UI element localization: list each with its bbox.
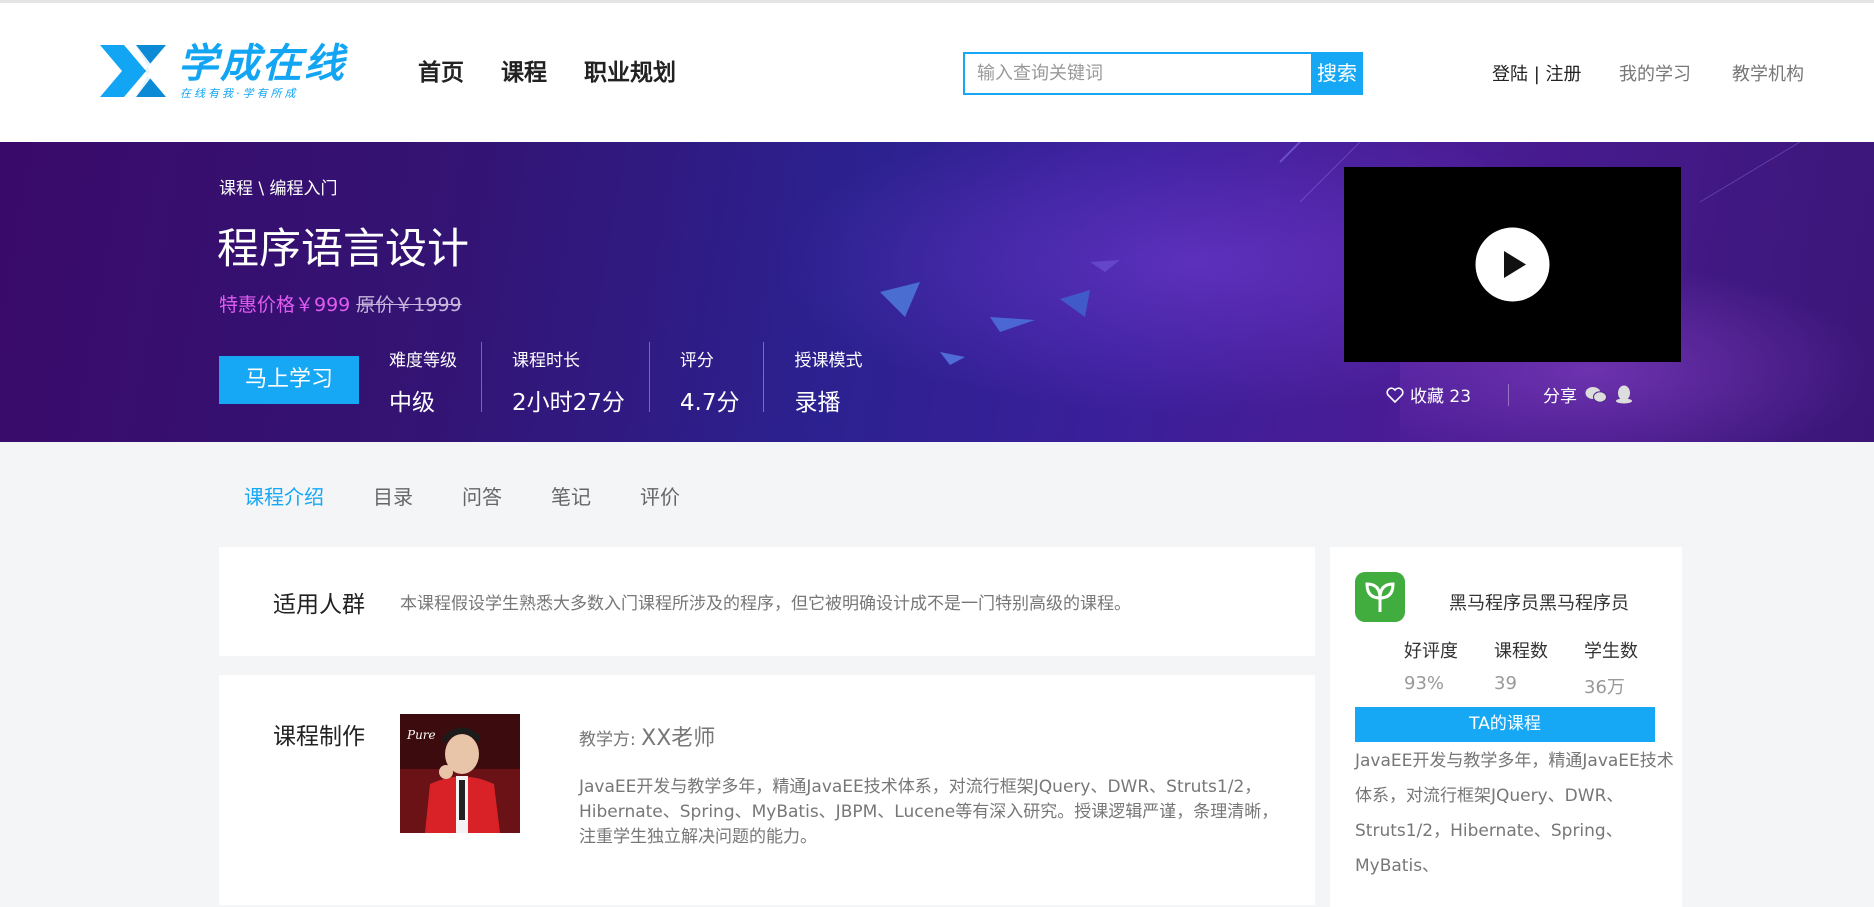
course-price: 特惠价格￥999 原价￥1999 <box>219 290 462 317</box>
login-register-link[interactable]: 登陆 | 注册 <box>1492 60 1582 86</box>
tab-intro[interactable]: 课程介绍 <box>244 481 324 510</box>
site-header: 学成在线 在线有我·学有所成 首页 课程 职业规划 搜索 登陆 | 注册 我的学… <box>0 3 1874 142</box>
teacher-name: XX老师 <box>641 726 716 751</box>
course-tabs: 课程介绍 目录 问答 笔记 评价 <box>244 481 729 510</box>
metric-courses: 课程数 39 <box>1494 637 1548 699</box>
logo-text: 学成在线 <box>178 41 346 87</box>
stat-value: 2小时27分 <box>512 390 625 416</box>
learn-now-button[interactable]: 马上学习 <box>219 356 359 404</box>
tab-qa[interactable]: 问答 <box>462 481 502 510</box>
stat-duration: 课程时长 2小时27分 <box>512 342 650 416</box>
metric-value: 36万 <box>1584 677 1625 698</box>
audience-text: 本课程假设学生熟悉大多数入门课程所涉及的程序，但它被明确设计成不是一门特别高级的… <box>400 594 1131 614</box>
heart-icon <box>1386 386 1404 403</box>
teacher-photo: Pure <box>400 714 520 833</box>
wechat-icon[interactable] <box>1585 386 1607 404</box>
org-metrics: 好评度 93% 课程数 39 学生数 36万 <box>1404 637 1638 699</box>
audience-card: 适用人群 本课程假设学生熟悉大多数入门课程所涉及的程序，但它被明确设计成不是一门… <box>219 547 1315 656</box>
original-price: 原价￥1999 <box>356 294 462 316</box>
metric-label: 好评度 <box>1404 641 1458 662</box>
favorite-count: 收藏 23 <box>1410 387 1472 407</box>
metric-value: 93% <box>1404 673 1445 694</box>
stat-value: 录播 <box>794 390 841 416</box>
course-title: 程序语言设计 <box>217 224 470 273</box>
teacher-label: 教学方: <box>579 730 636 750</box>
logo-x-icon <box>100 45 166 97</box>
production-card: 课程制作 Pure 教学方: XX老师 JavaEE开发与教学多年，精通Java… <box>219 675 1315 905</box>
stat-label: 授课模式 <box>794 351 863 371</box>
tab-catalog[interactable]: 目录 <box>373 481 413 510</box>
stat-rating: 评分 4.7分 <box>679 342 765 416</box>
leaf-icon <box>1355 572 1405 622</box>
metric-label: 学生数 <box>1584 641 1638 662</box>
search-input[interactable] <box>965 54 1310 93</box>
nav-courses[interactable]: 课程 <box>501 53 547 87</box>
nav-home[interactable]: 首页 <box>418 53 464 87</box>
qq-icon[interactable] <box>1615 385 1633 404</box>
stat-label: 评分 <box>679 351 714 371</box>
org-sidebar: 黑马程序员黑马程序员 好评度 93% 课程数 39 学生数 36万 TA的课程 … <box>1330 547 1682 907</box>
stat-value: 中级 <box>389 390 435 416</box>
production-heading: 课程制作 <box>273 724 365 750</box>
tab-notes[interactable]: 笔记 <box>551 481 591 510</box>
audience-heading: 适用人群 <box>273 592 365 618</box>
teacher-photo-text: Pure <box>406 728 436 742</box>
teacher-photo-image: Pure <box>400 714 520 833</box>
breadcrumb: 课程 \ 编程入门 <box>219 179 338 199</box>
metric-rating: 好评度 93% <box>1404 637 1458 699</box>
teacher-description: JavaEE开发与教学多年，精通JavaEE技术体系，对流行框架JQuery、D… <box>579 777 1279 847</box>
logo-subtitle: 在线有我·学有所成 <box>180 87 299 100</box>
teacher-info: 教学方: XX老师 <box>579 720 715 752</box>
share-label: 分享 <box>1543 387 1577 407</box>
ta-courses-button[interactable]: TA的课程 <box>1355 707 1655 742</box>
site-logo[interactable]: 学成在线 在线有我·学有所成 <box>96 41 346 101</box>
metric-students: 学生数 36万 <box>1584 637 1638 699</box>
stat-difficulty: 难度等级 中级 <box>389 342 482 416</box>
stat-label: 难度等级 <box>389 351 457 371</box>
course-banner: 课程 \ 编程入门 程序语言设计 特惠价格￥999 原价￥1999 马上学习 难度… <box>0 142 1874 442</box>
share-group: 分享 <box>1543 382 1633 407</box>
org-description: JavaEE开发与教学多年，精通JavaEE技术体系，对流行框架JQuery、D… <box>1355 751 1674 876</box>
org-name[interactable]: 黑马程序员黑马程序员 <box>1449 589 1629 615</box>
favorite-button[interactable]: 收藏 23 <box>1386 382 1471 407</box>
metric-label: 课程数 <box>1494 641 1548 662</box>
my-learning-link[interactable]: 我的学习 <box>1619 60 1691 86</box>
video-player[interactable] <box>1344 167 1681 362</box>
search-button[interactable]: 搜索 <box>1311 52 1363 95</box>
search-box: 搜索 <box>963 52 1363 95</box>
stat-value: 4.7分 <box>679 390 740 416</box>
stat-mode: 授课模式 录播 <box>794 342 886 416</box>
main-nav: 首页 课程 职业规划 <box>418 53 676 87</box>
institution-link[interactable]: 教学机构 <box>1732 60 1804 86</box>
actions-divider <box>1508 384 1509 406</box>
tab-reviews[interactable]: 评价 <box>640 481 680 510</box>
special-price: 特惠价格￥999 <box>219 294 351 316</box>
course-stats: 难度等级 中级 课程时长 2小时27分 评分 4.7分 授课模式 录播 <box>389 342 916 416</box>
nav-career[interactable]: 职业规划 <box>584 53 676 87</box>
play-icon[interactable] <box>1475 227 1550 302</box>
stat-label: 课程时长 <box>512 351 580 371</box>
metric-value: 39 <box>1494 673 1517 694</box>
